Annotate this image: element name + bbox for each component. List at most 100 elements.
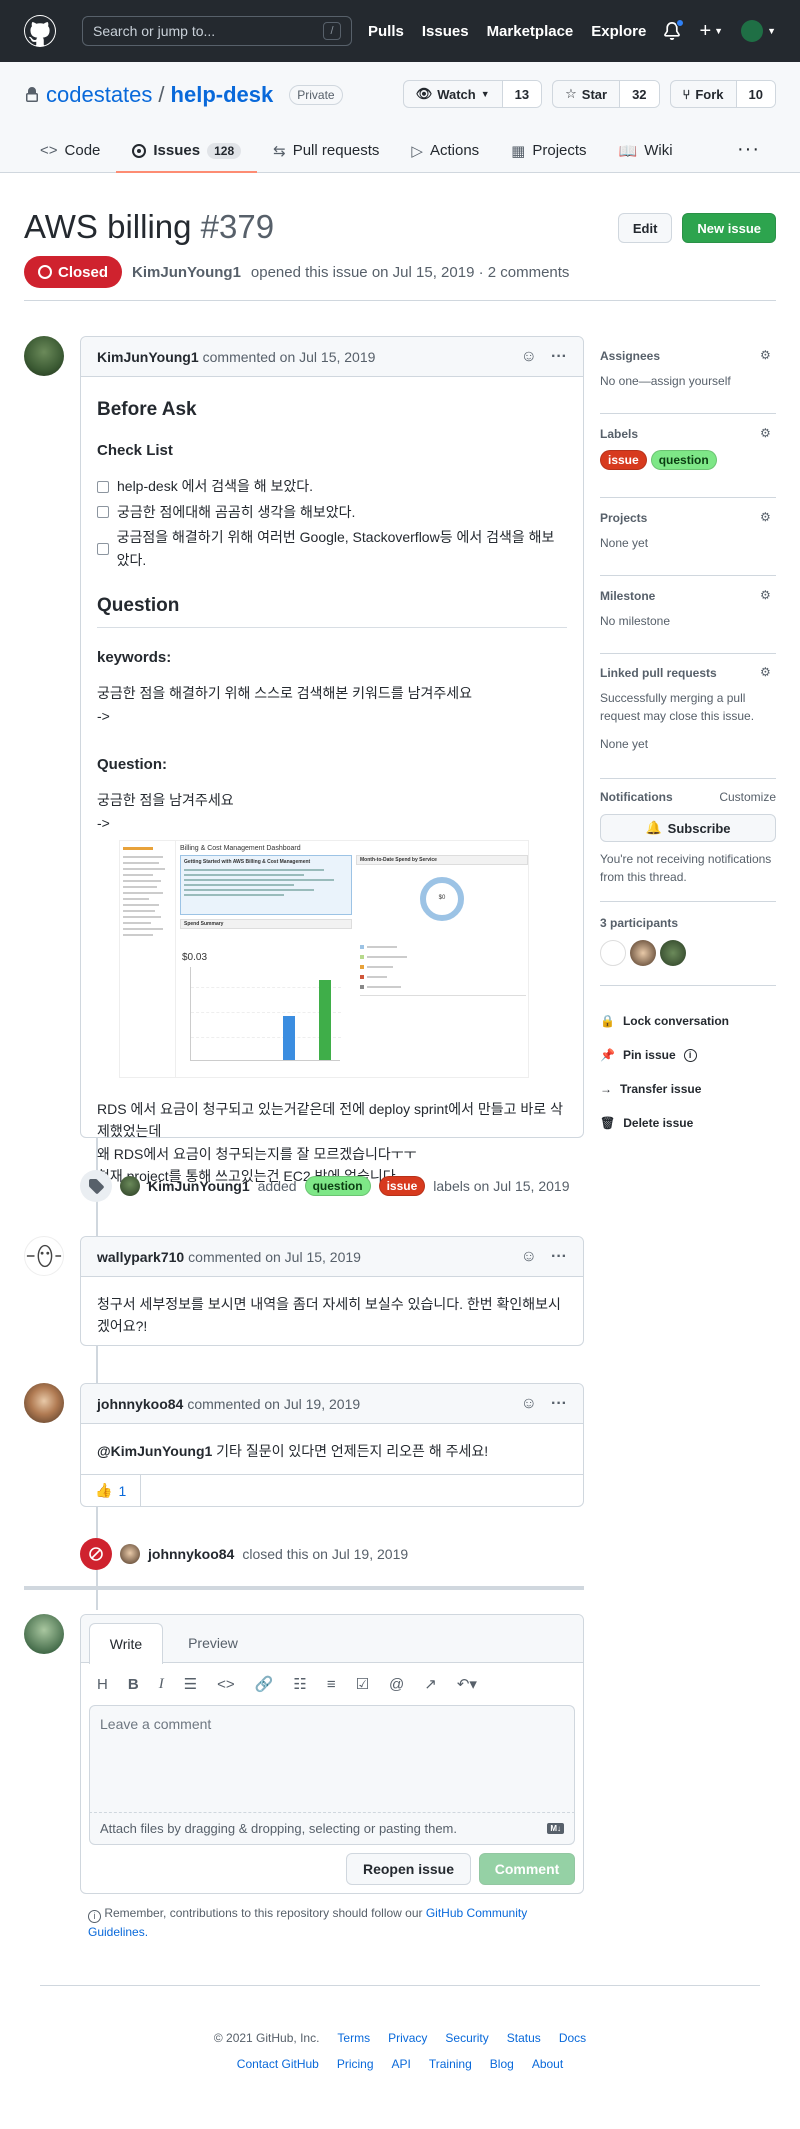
comment-button[interactable]: Comment — [479, 1853, 575, 1885]
more-menu-icon[interactable]: ··· — [737, 138, 760, 161]
subscribe-button[interactable]: 🔔 Subscribe — [600, 814, 776, 842]
edit-button[interactable]: Edit — [617, 213, 673, 243]
comment-textarea[interactable]: Leave a comment — [89, 1705, 575, 1813]
comment-meta[interactable]: commented on Jul 19, 2019 — [187, 1396, 360, 1412]
footer-link-pricing[interactable]: Pricing — [337, 2057, 374, 2071]
event-actor[interactable]: KimJunYoung1 — [148, 1178, 250, 1194]
task-checkbox[interactable] — [97, 480, 109, 493]
label-issue[interactable]: issue — [378, 1176, 426, 1196]
nav-issues[interactable]: Issues — [422, 23, 469, 40]
tab-code[interactable]: <> Code — [24, 130, 116, 173]
label-question[interactable]: question — [650, 450, 717, 470]
comment-meta[interactable]: commented on Jul 15, 2019 — [203, 349, 376, 365]
bold-icon[interactable]: B — [128, 1676, 139, 1693]
avatar[interactable] — [24, 336, 64, 376]
nav-marketplace[interactable]: Marketplace — [487, 23, 574, 40]
footer-link-status[interactable]: Status — [507, 2031, 541, 2045]
mention-icon[interactable]: @ — [389, 1676, 404, 1693]
footer-link-security[interactable]: Security — [445, 2031, 488, 2045]
comment-meta[interactable]: commented on Jul 15, 2019 — [188, 1249, 361, 1265]
smiley-icon[interactable]: ☺ — [521, 1395, 537, 1413]
reopen-issue-button[interactable]: Reopen issue — [345, 1853, 471, 1885]
nav-explore[interactable]: Explore — [591, 23, 646, 40]
issue-author[interactable]: KimJunYoung1 — [132, 264, 241, 281]
github-logo-icon[interactable] — [24, 15, 56, 47]
create-new-plus-icon[interactable]: + ▼ — [699, 20, 723, 43]
avatar[interactable] — [24, 1383, 64, 1423]
footer-link-contact[interactable]: Contact GitHub — [237, 2057, 319, 2071]
smiley-icon[interactable]: ☺ — [521, 348, 537, 366]
watch-count[interactable]: 13 — [502, 81, 542, 107]
comment-author[interactable]: KimJunYoung1 — [97, 349, 199, 365]
watch-button[interactable]: 👁 Watch ▼ 13 — [402, 80, 543, 108]
gear-icon[interactable]: ⚙ — [760, 665, 776, 681]
gear-icon[interactable]: ⚙ — [760, 510, 776, 526]
gear-icon[interactable]: ⚙ — [760, 588, 776, 604]
reaction-thumbs-up[interactable]: 👍 1 — [81, 1474, 142, 1507]
notifications-bell-icon[interactable] — [663, 19, 685, 40]
star-count[interactable]: 32 — [620, 81, 659, 107]
event-actor[interactable]: johnnykoo84 — [148, 1546, 234, 1562]
fork-button[interactable]: ⑂ Fork 10 — [669, 80, 776, 108]
tab-issues[interactable]: Issues 128 — [116, 130, 258, 173]
footer-link-terms[interactable]: Terms — [337, 2031, 370, 2045]
avatar[interactable] — [660, 940, 686, 966]
task-list-icon[interactable]: ☑ — [356, 1675, 369, 1693]
avatar[interactable] — [120, 1176, 140, 1196]
user-mention[interactable]: @KimJunYoung1 — [97, 1443, 212, 1459]
link-icon[interactable]: 🔗 — [255, 1675, 274, 1693]
avatar[interactable] — [630, 940, 656, 966]
assign-yourself-link[interactable]: No one—assign yourself — [600, 372, 776, 390]
attach-files-bar[interactable]: Attach files by dragging & dropping, sel… — [89, 1813, 575, 1845]
reference-icon[interactable]: ↗ — [424, 1675, 437, 1693]
repo-name-link[interactable]: help-desk — [171, 82, 274, 108]
tab-wiki[interactable]: 📖 Wiki — [603, 130, 689, 173]
footer-link-api[interactable]: API — [392, 2057, 411, 2071]
kebab-menu-icon[interactable]: ··· — [551, 348, 567, 366]
comment-author[interactable]: johnnykoo84 — [97, 1396, 183, 1412]
task-checkbox[interactable] — [97, 505, 109, 518]
tab-pull-requests[interactable]: ⇆ Pull requests — [257, 130, 395, 173]
task-checkbox[interactable] — [97, 542, 109, 555]
delete-issue-link[interactable]: 🗑 Delete issue — [600, 1106, 776, 1140]
footer-link-privacy[interactable]: Privacy — [388, 2031, 427, 2045]
footer-link-blog[interactable]: Blog — [490, 2057, 514, 2071]
transfer-issue-link[interactable]: → Transfer issue — [600, 1072, 776, 1106]
italic-icon[interactable]: I — [159, 1676, 164, 1693]
code-icon[interactable]: <> — [217, 1676, 235, 1693]
kebab-menu-icon[interactable]: ··· — [551, 1248, 567, 1266]
footer-link-docs[interactable]: Docs — [559, 2031, 586, 2045]
gear-icon[interactable]: ⚙ — [760, 426, 776, 442]
user-menu[interactable]: ▼ — [741, 20, 776, 42]
customize-link[interactable]: Customize — [719, 790, 776, 804]
ordered-list-icon[interactable]: ≡ — [327, 1676, 336, 1693]
smiley-icon[interactable]: ☺ — [521, 1248, 537, 1266]
footer-link-training[interactable]: Training — [429, 2057, 472, 2071]
fork-count[interactable]: 10 — [736, 81, 775, 107]
tab-write[interactable]: Write — [89, 1623, 163, 1664]
reply-icon[interactable]: ↶▾ — [457, 1675, 477, 1693]
search-input[interactable]: Search or jump to... / — [82, 16, 352, 46]
label-question[interactable]: question — [304, 1176, 371, 1196]
attached-screenshot[interactable]: Billing & Cost Management Dashboard Gett… — [119, 839, 529, 1078]
comment-author[interactable]: wallypark710 — [97, 1249, 184, 1265]
repo-owner-link[interactable]: codestates — [46, 82, 152, 108]
footer-link-about[interactable]: About — [532, 2057, 563, 2071]
label-issue[interactable]: issue — [600, 450, 647, 470]
tab-projects[interactable]: ▦ Projects — [495, 130, 602, 173]
nav-pulls[interactable]: Pulls — [368, 23, 404, 40]
quote-icon[interactable]: ☰ — [184, 1675, 197, 1693]
unordered-list-icon[interactable]: ☷ — [293, 1675, 306, 1693]
heading-icon[interactable]: H — [97, 1676, 108, 1693]
new-issue-button[interactable]: New issue — [682, 213, 776, 243]
gear-icon[interactable]: ⚙ — [760, 348, 776, 364]
tab-actions[interactable]: ▷ Actions — [395, 130, 495, 173]
star-button[interactable]: ☆ Star 32 — [552, 80, 660, 108]
avatar[interactable] — [24, 1614, 64, 1654]
tab-preview[interactable]: Preview — [173, 1623, 253, 1663]
avatar[interactable] — [600, 940, 626, 966]
pin-issue-link[interactable]: 📌 Pin issue i — [600, 1038, 776, 1072]
avatar[interactable] — [24, 1236, 64, 1276]
lock-conversation-link[interactable]: 🔒 Lock conversation — [600, 1004, 776, 1038]
avatar[interactable] — [120, 1544, 140, 1564]
